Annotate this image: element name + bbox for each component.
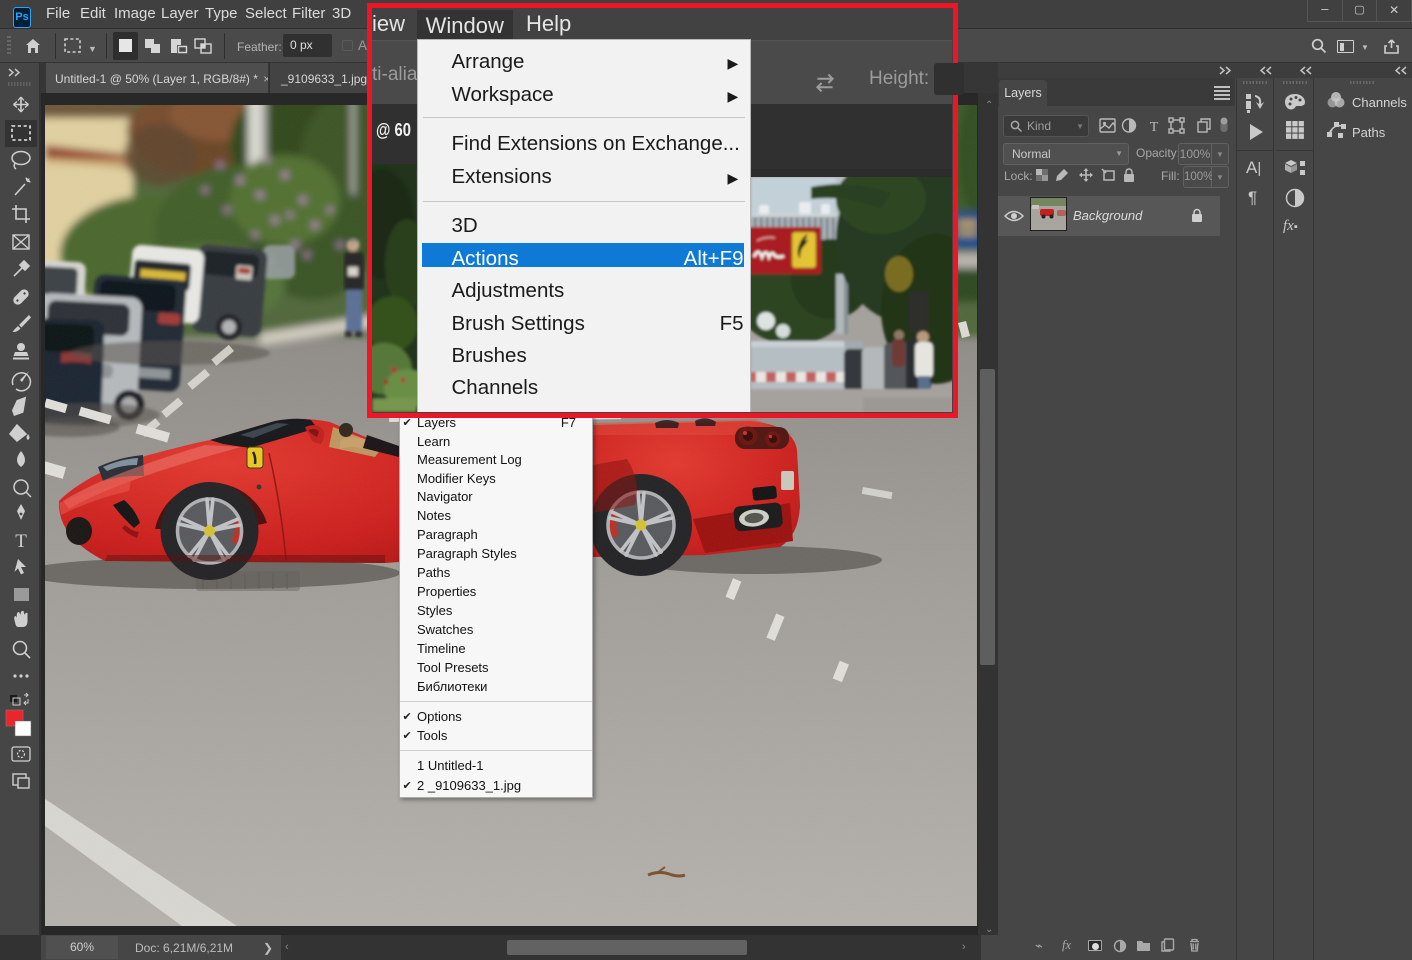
- svg-text:T: T: [15, 531, 27, 552]
- svg-text:T: T: [1150, 120, 1159, 135]
